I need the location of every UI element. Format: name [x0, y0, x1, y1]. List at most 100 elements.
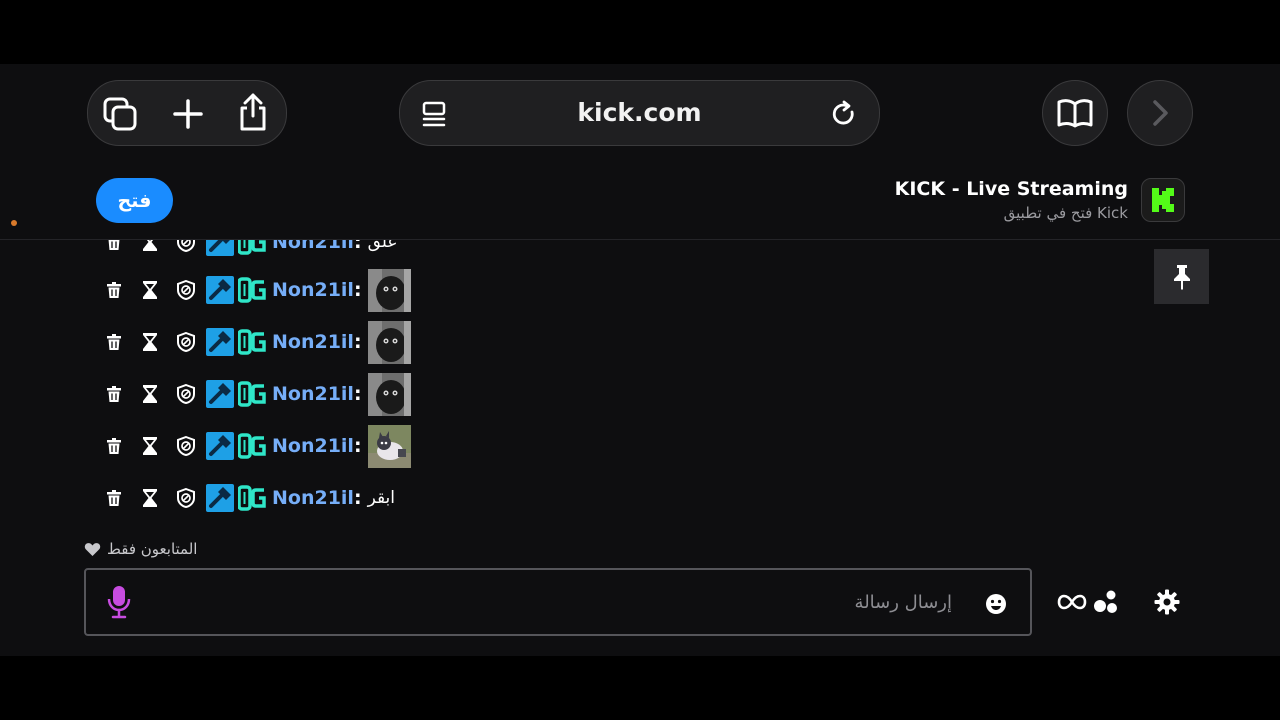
og-badge-icon [238, 240, 266, 255]
moderator-badge [206, 484, 234, 512]
hammer-icon [209, 383, 231, 404]
delete-message-button[interactable] [104, 330, 124, 354]
shield-ban-icon [177, 240, 195, 252]
ban-button[interactable] [176, 240, 196, 254]
shield-ban-icon [177, 488, 195, 508]
dark-creature-image [367, 268, 411, 312]
moderator-badge [206, 380, 234, 408]
hammer-icon [209, 240, 230, 252]
chat-message[interactable]: Non21il : ابقر [104, 476, 395, 520]
bookmarks-button[interactable] [1042, 80, 1108, 146]
dark-creature-image [367, 320, 411, 364]
chat-colon: : [353, 240, 362, 253]
ban-button[interactable] [176, 434, 196, 458]
hourglass-icon [143, 333, 157, 351]
gear-icon [1154, 589, 1180, 615]
timeout-button[interactable] [140, 330, 160, 354]
og-badge [238, 276, 266, 304]
chat-username[interactable]: Non21il [272, 279, 354, 301]
chat-colon: : [353, 487, 362, 509]
voice-button[interactable] [106, 584, 132, 620]
followers-only-notice: المتابعون فقط [84, 540, 197, 558]
chat-list: Non21il : علق Non21il: Non21il: Non21i… [0, 240, 1280, 530]
chat-settings-button[interactable] [1151, 586, 1183, 618]
dark-creature-emote[interactable] [367, 320, 411, 364]
emoji-button[interactable] [984, 592, 1008, 616]
shield-ban-icon [177, 384, 195, 404]
chat-colon: : [353, 331, 362, 353]
timeout-button[interactable] [140, 240, 160, 254]
delete-message-button[interactable] [104, 486, 124, 510]
chat-message[interactable]: Non21il : [104, 268, 411, 312]
emoji-icon [986, 594, 1006, 614]
dark-creature-emote[interactable] [367, 268, 411, 312]
kick-logo-icon [1152, 188, 1174, 212]
ban-button[interactable] [176, 486, 196, 510]
delete-message-button[interactable] [104, 240, 124, 254]
og-badge-icon [238, 433, 266, 459]
hourglass-icon [143, 489, 157, 507]
app-title: KICK - Live Streaming [894, 178, 1128, 200]
trash-icon [108, 240, 120, 250]
cat-emote[interactable] [367, 424, 411, 468]
og-badge-icon [238, 277, 266, 303]
message-placeholder: إرسال رسالة [854, 592, 952, 613]
delete-message-button[interactable] [104, 278, 124, 302]
pin-button[interactable] [1154, 249, 1209, 304]
chat-colon: : [353, 279, 362, 301]
microphone-icon [107, 586, 131, 619]
book-icon [1057, 99, 1093, 128]
chat-colon: : [353, 435, 362, 457]
trash-icon [107, 282, 121, 298]
delete-message-button[interactable] [104, 434, 124, 458]
timeout-button[interactable] [140, 278, 160, 302]
chat-username[interactable]: Non21il [272, 383, 354, 405]
ban-button[interactable] [176, 382, 196, 406]
followers-only-label: المتابعون فقط [107, 540, 198, 558]
chat-message[interactable]: Non21il : [104, 424, 411, 468]
timeout-button[interactable] [140, 486, 160, 510]
og-badge [238, 240, 266, 256]
chat-message[interactable]: Non21il : [104, 372, 411, 416]
chat-message[interactable]: Non21il : علق [104, 240, 398, 264]
shield-ban-icon [177, 332, 195, 352]
og-badge [238, 328, 266, 356]
address-bar[interactable]: kick.com [399, 80, 880, 146]
reload-button[interactable] [828, 98, 860, 130]
message-input[interactable]: إرسال رسالة [84, 568, 1032, 636]
dark-creature-emote[interactable] [367, 372, 411, 416]
combo-button[interactable] [1092, 586, 1120, 618]
heart-icon [84, 542, 101, 556]
timeout-button[interactable] [140, 382, 160, 406]
forward-button[interactable] [1127, 80, 1193, 146]
chat-message[interactable]: Non21il : [104, 320, 411, 364]
tabs-icon [103, 97, 137, 131]
og-badge [238, 432, 266, 460]
moderator-badge [206, 328, 234, 356]
kick-app-icon[interactable] [1141, 178, 1185, 222]
trash-icon [107, 334, 121, 350]
tabs-button[interactable] [100, 94, 140, 134]
activity-dot [11, 220, 17, 226]
chat-username[interactable]: Non21il [272, 435, 354, 457]
ban-button[interactable] [176, 278, 196, 302]
og-badge [238, 484, 266, 512]
hammer-icon [209, 331, 231, 352]
chat-username[interactable]: Non21il [272, 240, 354, 253]
infinity-button[interactable] [1056, 586, 1088, 618]
timeout-button[interactable] [140, 434, 160, 458]
trash-icon [107, 386, 121, 402]
og-badge-icon [238, 329, 266, 355]
ban-button[interactable] [176, 330, 196, 354]
app-subtitle: فتح في تطبيق Kick [1003, 204, 1128, 222]
share-button[interactable] [233, 90, 273, 134]
new-tab-button[interactable] [168, 94, 208, 134]
open-app-button[interactable]: فتح [96, 178, 173, 223]
hourglass-icon [143, 437, 157, 455]
delete-message-button[interactable] [104, 382, 124, 406]
chat-message-text: ابقر [367, 488, 395, 508]
chat-username[interactable]: Non21il [272, 331, 354, 353]
hammer-icon [209, 435, 231, 456]
chat-username[interactable]: Non21il [272, 487, 354, 509]
chat-message-text: علق [367, 240, 398, 252]
